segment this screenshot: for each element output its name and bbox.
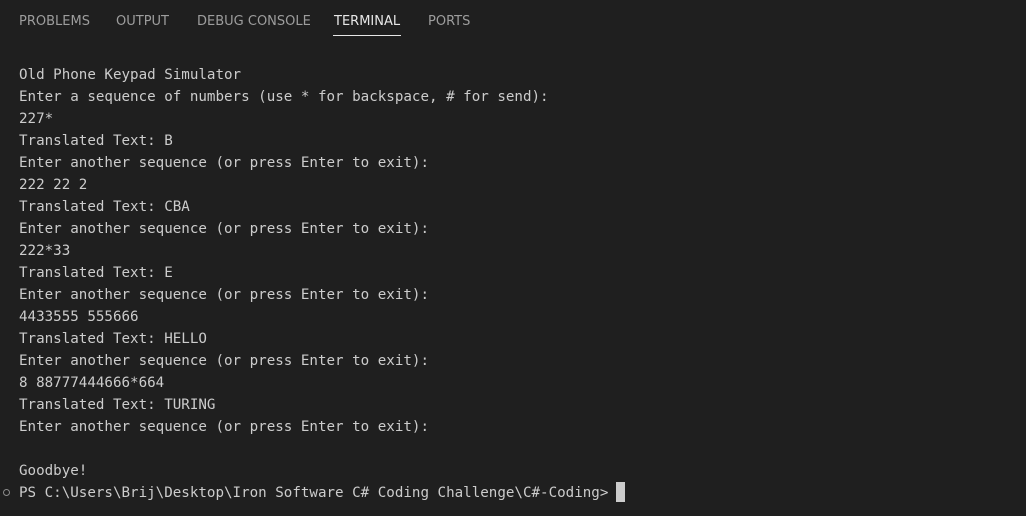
terminal-line: 4433555 555666 [19,309,139,325]
active-tab-indicator [333,35,401,36]
tab-terminal[interactable]: TERMINAL [334,13,400,30]
terminal-line: Translated Text: B [19,133,173,149]
circle-outline-icon [3,489,10,496]
terminal-line: Translated Text: TURING [19,397,216,413]
tab-debug-console[interactable]: DEBUG CONSOLE [197,13,311,30]
terminal-line: Translated Text: CBA [19,199,190,215]
terminal-panel: PROBLEMS OUTPUT DEBUG CONSOLE TERMINAL P… [0,0,1026,516]
terminal-line: 227* [19,111,54,127]
tab-problems[interactable]: PROBLEMS [19,13,90,30]
terminal-line: Enter another sequence (or press Enter t… [19,287,429,303]
terminal-line: 8 88777444666*664 [19,375,165,391]
terminal-line: Enter another sequence (or press Enter t… [19,221,429,237]
terminal-line: Old Phone Keypad Simulator [19,67,242,83]
tab-ports[interactable]: PORTS [428,13,470,30]
terminal-cursor[interactable] [616,482,626,502]
tab-output[interactable]: OUTPUT [116,13,169,30]
terminal-line: 222 22 2 [19,177,88,193]
terminal-prompt-row[interactable]: PS C:\Users\Brij\Desktop\Iron Software C… [0,482,1026,504]
terminal-output[interactable]: Old Phone Keypad Simulator Enter a seque… [19,64,1019,504]
terminal-line: Enter another sequence (or press Enter t… [19,353,429,369]
terminal-line: Enter another sequence (or press Enter t… [19,155,429,171]
terminal-line: Translated Text: HELLO [19,331,207,347]
terminal-line: Enter a sequence of numbers (use * for b… [19,89,549,105]
terminal-line: Goodbye! [19,463,88,479]
terminal-prompt: PS C:\Users\Brij\Desktop\Iron Software C… [19,485,609,501]
terminal-line: 222*33 [19,243,71,259]
terminal-line: Translated Text: E [19,265,173,281]
panel-tab-bar: PROBLEMS OUTPUT DEBUG CONSOLE TERMINAL P… [0,0,1026,40]
terminal-line: Enter another sequence (or press Enter t… [19,419,429,435]
